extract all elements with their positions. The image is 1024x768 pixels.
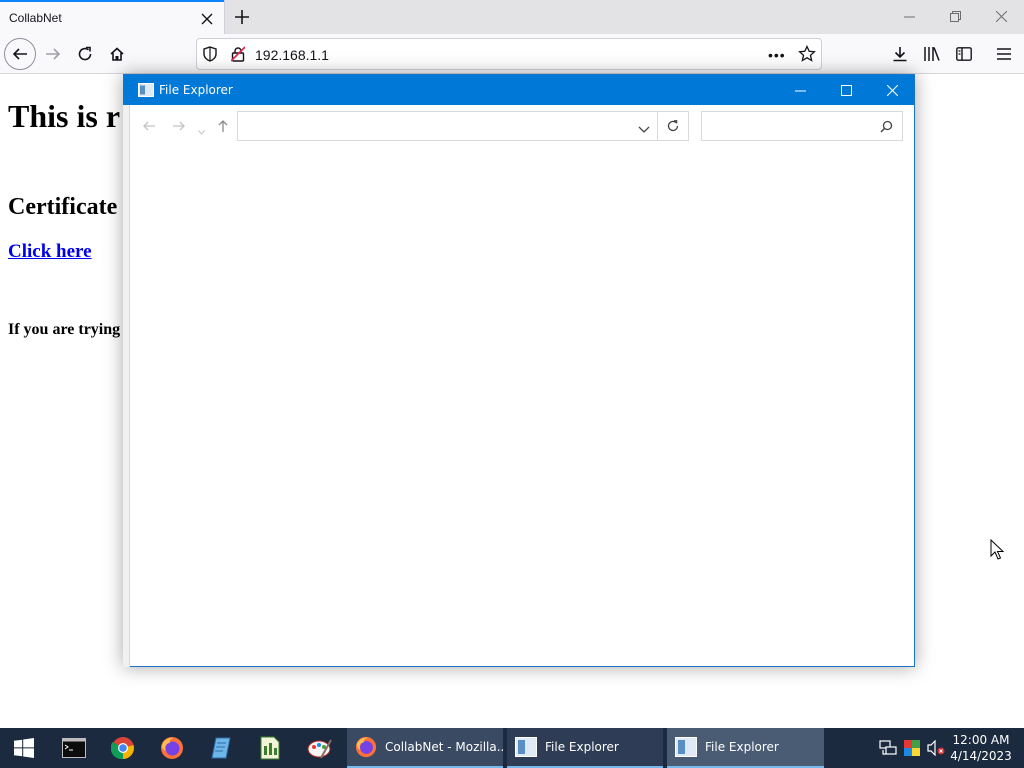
explorer-title-bar[interactable]: File Explorer <box>124 75 914 105</box>
explorer-left-border <box>123 105 130 667</box>
address-dropdown-chevron-icon[interactable] <box>638 121 650 139</box>
tab-close-icon[interactable] <box>198 10 216 28</box>
browser-restore-button[interactable] <box>932 0 978 32</box>
explorer-maximize-button[interactable] <box>823 75 869 105</box>
explorer-search-box[interactable] <box>701 111 903 141</box>
firefox-task-icon <box>355 736 377 758</box>
taskbar-task-file-explorer-active[interactable]: File Explorer <box>667 728 824 768</box>
explorer-recent-chevron-icon[interactable] <box>198 122 205 140</box>
clock-time: 12:00 AM <box>952 733 1010 747</box>
explorer-close-button[interactable] <box>869 75 915 105</box>
task-label: File Explorer <box>545 740 619 754</box>
page-heading: This is r <box>8 98 121 134</box>
spreadsheet-icon[interactable] <box>246 728 294 768</box>
explorer-minimize-button[interactable] <box>777 75 823 105</box>
downloads-icon[interactable] <box>884 38 916 70</box>
clock-date: 4/14/2023 <box>950 749 1012 763</box>
paint-icon[interactable] <box>296 728 344 768</box>
bookmark-star-icon[interactable] <box>798 44 816 68</box>
network-icon[interactable] <box>879 740 897 761</box>
menu-icon[interactable] <box>988 38 1020 70</box>
file-explorer-task-icon <box>675 737 697 757</box>
color-tray-icon[interactable] <box>904 740 920 761</box>
url-text[interactable]: 192.168.1.1 <box>255 47 329 63</box>
firefox-icon[interactable] <box>148 728 196 768</box>
file-explorer-app-icon <box>138 83 154 102</box>
page-body-text: If you are trying <box>8 321 121 338</box>
url-bar[interactable]: 192.168.1.1 ••• <box>196 38 822 70</box>
file-explorer-window[interactable]: File Explorer <box>123 74 915 667</box>
explorer-back-icon[interactable] <box>142 119 156 137</box>
tracking-shield-icon[interactable] <box>203 46 217 67</box>
task-label: File Explorer <box>705 740 779 754</box>
explorer-forward-icon[interactable] <box>172 119 186 137</box>
explorer-content-area[interactable] <box>132 147 912 665</box>
file-explorer-task-icon <box>515 737 537 757</box>
browser-tab-collabnet[interactable]: CollabNet <box>0 0 224 34</box>
start-button[interactable] <box>0 728 48 768</box>
command-prompt-icon[interactable] <box>50 728 98 768</box>
browser-close-button[interactable] <box>978 0 1024 32</box>
mouse-cursor-icon <box>990 538 1005 566</box>
browser-minimize-button[interactable] <box>886 0 932 32</box>
notepad-icon[interactable] <box>197 728 245 768</box>
explorer-up-icon[interactable] <box>217 119 229 138</box>
click-here-link[interactable]: Click here <box>8 241 92 263</box>
page-subheading: Certificate <box>8 194 118 220</box>
reload-button[interactable] <box>69 38 101 70</box>
taskbar: CollabNet - Mozilla... File Explorer Fil… <box>0 728 1024 768</box>
explorer-title: File Explorer <box>159 83 233 97</box>
back-button[interactable] <box>4 38 36 70</box>
insecure-lock-icon[interactable] <box>230 46 246 67</box>
task-label: CollabNet - Mozilla... <box>385 740 503 754</box>
new-tab-button[interactable] <box>230 5 254 29</box>
navigation-toolbar: 192.168.1.1 ••• <box>0 34 1024 74</box>
page-actions-icon[interactable]: ••• <box>768 47 786 63</box>
explorer-refresh-button[interactable] <box>657 111 689 141</box>
tab-title: CollabNet <box>9 11 62 25</box>
taskbar-task-file-explorer[interactable]: File Explorer <box>507 728 663 768</box>
home-button[interactable] <box>101 38 133 70</box>
library-icon[interactable] <box>916 38 948 70</box>
sidebar-icon[interactable] <box>948 38 980 70</box>
system-clock[interactable]: 12:00 AM 4/14/2023 <box>946 732 1016 764</box>
taskbar-task-firefox[interactable]: CollabNet - Mozilla... <box>347 728 503 768</box>
forward-button[interactable] <box>37 38 69 70</box>
chrome-icon[interactable] <box>99 728 147 768</box>
volume-muted-icon[interactable] <box>927 739 945 761</box>
search-icon[interactable] <box>880 120 893 138</box>
explorer-address-bar[interactable] <box>237 111 689 141</box>
tab-strip: CollabNet <box>0 0 1024 34</box>
